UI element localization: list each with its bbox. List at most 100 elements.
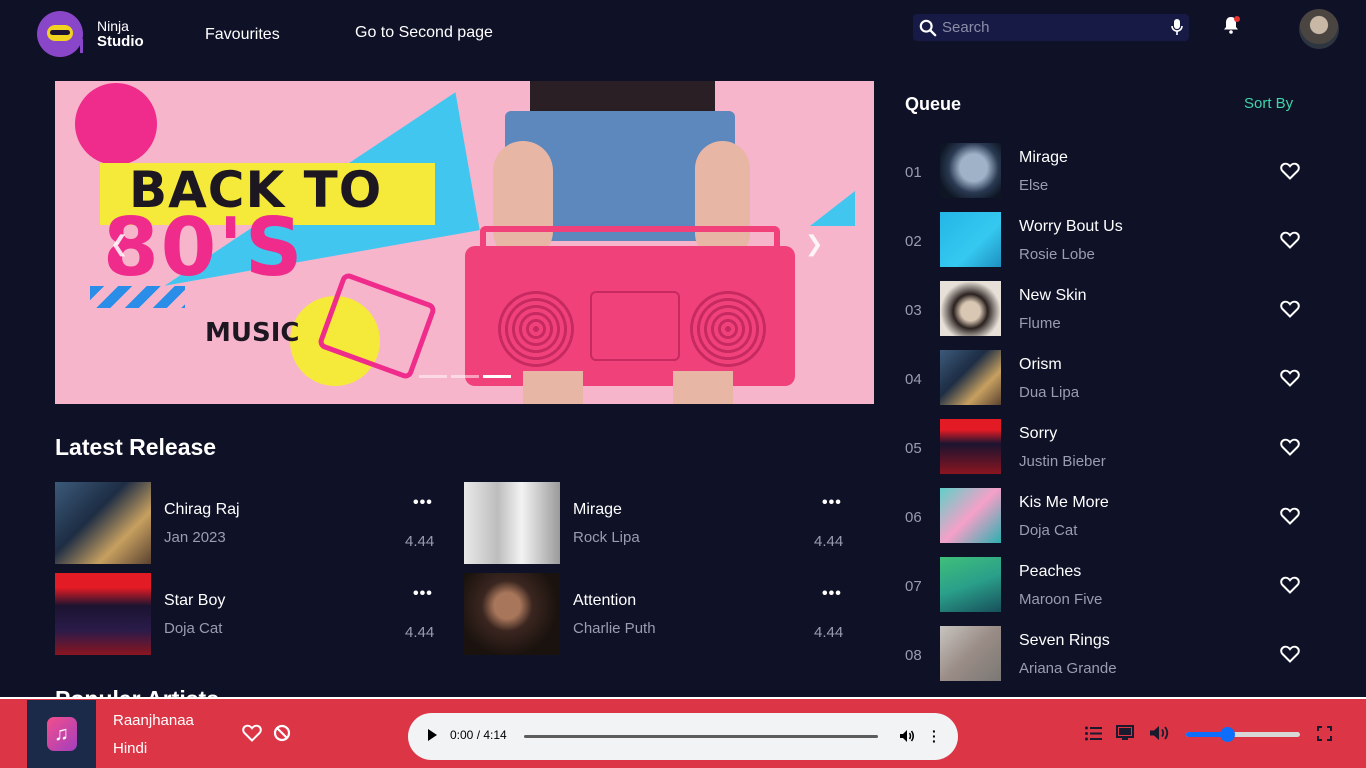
queue-number: 08	[905, 647, 922, 664]
queue-item[interactable]: 05 Sorry Justin Bieber	[905, 419, 1305, 481]
queue-album-cover	[940, 557, 1001, 612]
release-sub: Jan 2023	[164, 529, 226, 546]
user-avatar[interactable]	[1299, 9, 1339, 49]
carousel-indicator-3[interactable]	[483, 375, 511, 378]
volume-slider-knob[interactable]	[1220, 727, 1236, 742]
carousel-indicator-2[interactable]	[451, 375, 479, 378]
release-name: Attention	[573, 592, 637, 609]
queue-number: 06	[905, 509, 922, 526]
nav-link-favourites[interactable]: Favourites	[205, 26, 280, 44]
search-icon[interactable]	[919, 19, 937, 37]
brand-logo[interactable]: Ninja Studio	[37, 11, 144, 57]
navbar: Ninja Studio Favourites Go to Second pag…	[0, 0, 1366, 68]
audio-options-icon[interactable]: · · ·	[932, 724, 937, 748]
queue-song-name: Worry Bout Us	[1019, 218, 1123, 235]
queue-artist-name: Maroon Five	[1019, 591, 1103, 608]
notification-dot	[1234, 16, 1240, 22]
more-options-icon[interactable]: •••	[822, 494, 842, 512]
more-options-icon[interactable]: •••	[413, 494, 433, 512]
banner-headline-2: 80'S	[103, 201, 305, 294]
release-duration: 4.44	[814, 533, 844, 550]
queue-album-cover	[940, 350, 1001, 405]
queue-number: 07	[905, 578, 922, 595]
sort-by-button[interactable]: Sort By	[1244, 95, 1293, 112]
release-sub: Doja Cat	[164, 620, 223, 637]
queue-number: 04	[905, 371, 922, 388]
playback-time: 0:00 / 4:14	[450, 728, 507, 742]
queue-artist-name: Flume	[1019, 315, 1061, 332]
release-name: Mirage	[573, 501, 622, 518]
queue-artist-name: Ariana Grande	[1019, 660, 1117, 677]
queue-item[interactable]: 07 Peaches Maroon Five	[905, 557, 1305, 619]
release-sub: Rock Lipa	[573, 529, 640, 546]
heart-icon[interactable]	[1280, 576, 1300, 599]
play-icon[interactable]	[428, 729, 437, 741]
carousel-next-icon[interactable]: ❯	[805, 231, 823, 257]
queue-number: 03	[905, 302, 922, 319]
block-icon[interactable]	[273, 724, 291, 742]
banner-tagline: MUSIC	[205, 318, 300, 348]
queue-number: 01	[905, 164, 922, 181]
queue-number: 02	[905, 233, 922, 250]
device-monitor-icon[interactable]	[1116, 725, 1134, 741]
music-note-icon: ♫	[46, 717, 77, 751]
like-heart-icon[interactable]	[242, 724, 262, 742]
queue-artist-name: Doja Cat	[1019, 522, 1078, 539]
heart-icon[interactable]	[1280, 507, 1300, 530]
queue-item[interactable]: 08 Seven Rings Ariana Grande	[905, 626, 1305, 688]
queue-album-cover	[940, 212, 1001, 267]
album-cover	[55, 573, 151, 655]
speaker-icon[interactable]	[1149, 725, 1171, 741]
queue-item[interactable]: 06 Kis Me More Doja Cat	[905, 488, 1305, 550]
queue-item[interactable]: 02 Worry Bout Us Rosie Lobe	[905, 212, 1305, 274]
album-cover	[464, 573, 560, 655]
release-name: Star Boy	[164, 592, 226, 609]
logo-text-line2: Studio	[97, 33, 144, 50]
heart-icon[interactable]	[1280, 162, 1300, 185]
now-playing-title: Raanjhanaa	[113, 712, 194, 729]
playlist-icon[interactable]	[1085, 726, 1102, 741]
queue-album-cover	[940, 626, 1001, 681]
volume-icon[interactable]	[899, 728, 915, 744]
queue-artist-name: Justin Bieber	[1019, 453, 1106, 470]
release-card[interactable]: Mirage Rock Lipa ••• 4.44	[464, 482, 854, 566]
release-card[interactable]: Chirag Raj Jan 2023 ••• 4.44	[55, 482, 445, 566]
now-playing-art: ♫	[27, 700, 96, 768]
queue-artist-name: Dua Lipa	[1019, 384, 1080, 401]
heart-icon[interactable]	[1280, 231, 1300, 254]
release-sub: Charlie Puth	[573, 620, 656, 637]
carousel-indicator-1[interactable]	[419, 375, 447, 378]
nav-link-second-page[interactable]: Go to Second page	[355, 24, 493, 42]
release-card[interactable]: Attention Charlie Puth ••• 4.44	[464, 573, 854, 657]
audio-player: 0:00 / 4:14 · · ·	[408, 713, 958, 760]
more-options-icon[interactable]: •••	[822, 585, 842, 603]
search-input[interactable]	[942, 19, 1162, 36]
ninja-logo-icon	[37, 11, 83, 57]
heart-icon[interactable]	[1280, 645, 1300, 668]
latest-release-title: Latest Release	[55, 434, 217, 460]
queue-item[interactable]: 04 Orism Dua Lipa	[905, 350, 1305, 412]
now-playing-language: Hindi	[113, 740, 148, 757]
queue-album-cover	[940, 143, 1001, 198]
microphone-icon[interactable]	[1171, 19, 1183, 36]
queue-song-name: Kis Me More	[1019, 494, 1109, 511]
queue-song-name: Seven Rings	[1019, 632, 1110, 649]
more-options-icon[interactable]: •••	[413, 585, 433, 603]
release-card[interactable]: Star Boy Doja Cat ••• 4.44	[55, 573, 445, 657]
notification-button[interactable]	[1222, 16, 1240, 39]
queue-album-cover	[940, 419, 1001, 474]
seek-bar[interactable]	[524, 735, 878, 738]
search-bar	[913, 14, 1189, 41]
heart-icon[interactable]	[1280, 438, 1300, 461]
heart-icon[interactable]	[1280, 369, 1300, 392]
player-bar: ♫ Raanjhanaa Hindi 0:00 / 4:14 · · ·	[0, 697, 1366, 768]
carousel-prev-icon[interactable]: ❮	[110, 231, 128, 257]
queue-song-name: New Skin	[1019, 287, 1087, 304]
heart-icon[interactable]	[1280, 300, 1300, 323]
release-duration: 4.44	[405, 533, 435, 550]
queue-item[interactable]: 01 Mirage Else	[905, 143, 1305, 205]
album-cover	[464, 482, 560, 564]
queue-item[interactable]: 03 New Skin Flume	[905, 281, 1305, 343]
fullscreen-icon[interactable]	[1317, 726, 1332, 741]
volume-slider[interactable]	[1186, 727, 1300, 742]
